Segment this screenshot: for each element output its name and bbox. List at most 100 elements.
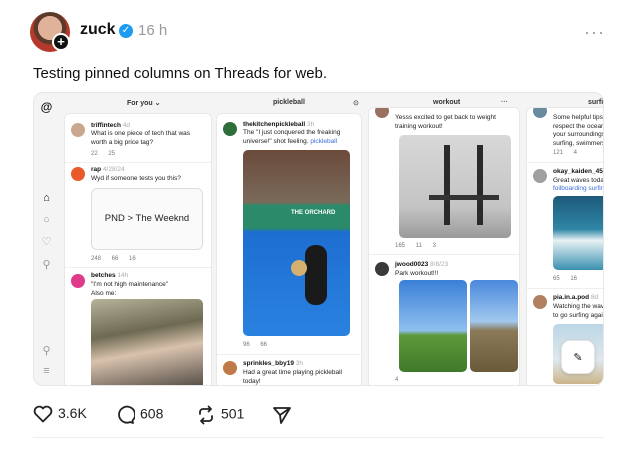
avatar	[533, 108, 547, 118]
post-actions: 4	[395, 377, 399, 383]
repost-button[interactable]: 501	[196, 405, 244, 425]
post-image[interactable]: @ ⌂ ○ ♡ ⚲ ⚲ ≡ For you ⌄ triffintech 4d W…	[33, 92, 604, 386]
menu-icon: ≡	[43, 365, 50, 377]
reply-count: 608	[140, 405, 164, 422]
threads-logo-icon: @	[40, 100, 53, 114]
post-actions: 165 11 3	[395, 243, 436, 249]
divider	[65, 162, 211, 163]
post-actions: 96 66	[243, 342, 268, 348]
post-time: 4/28/24	[102, 166, 125, 173]
profile-icon: ⚲	[42, 259, 51, 271]
column-title: For you ⌄	[127, 100, 161, 107]
divider	[527, 288, 603, 289]
home-icon: ⌂	[43, 192, 50, 204]
divider	[527, 162, 603, 163]
column-workout: workout ··· Yesss excited to get back to…	[368, 93, 520, 385]
avatar	[71, 167, 85, 181]
post-photo: THE ORCHARD	[243, 150, 350, 336]
post-author: rap	[91, 166, 102, 173]
post-text: What is one piece of tech that was worth…	[91, 130, 190, 146]
column-options-icon: ⊙	[353, 100, 359, 107]
quote-card: PND > The Weeknd	[91, 188, 203, 250]
topic-tag: pickleball	[310, 137, 338, 145]
avatar	[533, 169, 547, 183]
post-author: okay_kaiden_459	[553, 168, 604, 175]
post-timestamp: 16 h	[138, 22, 168, 39]
like-count: 3.6K	[58, 405, 87, 421]
avatar	[71, 123, 85, 137]
pin-icon: ⚲	[42, 345, 51, 357]
quote-card-text: PND > The Weeknd	[104, 213, 190, 224]
post-text: Watching the wave to go surfing again	[553, 303, 604, 319]
post-text: Park workout!!!	[395, 270, 439, 277]
barbell	[429, 195, 499, 200]
post-text: "I'm not high maintenance" Also me:	[91, 281, 169, 297]
avatar	[223, 361, 237, 375]
photo-sign-text: THE ORCHARD	[291, 210, 336, 216]
more-options-icon[interactable]: ···	[584, 22, 605, 43]
column-title: pickleball	[273, 99, 305, 106]
avatar	[71, 274, 85, 288]
column-title: surfi	[588, 99, 604, 106]
column-pickleball: pickleball ⊙ thekitchenpickleball 3h The…	[216, 93, 362, 385]
post-time: 8d	[590, 294, 599, 301]
search-icon: ○	[43, 214, 50, 226]
feed-panel: Yesss excited to get back to weight trai…	[368, 107, 520, 385]
reply-button[interactable]: 608	[115, 405, 163, 425]
post-time: 3h	[306, 121, 315, 128]
post-author: pia.in.a.pod	[553, 294, 590, 301]
follow-plus-icon[interactable]: +	[52, 33, 70, 51]
divider	[369, 254, 519, 255]
post-text: Some helpful tips a respect the ocean! y…	[553, 114, 604, 147]
post-actions: 65 16	[553, 276, 578, 282]
post-author: jwood0023	[395, 261, 429, 268]
post-time: 4d	[122, 122, 131, 129]
repost-icon	[199, 405, 213, 425]
column-title: workout	[433, 99, 461, 106]
post-photo	[91, 299, 203, 385]
post-actions: 22 25	[91, 151, 116, 157]
post-text: Had a great time playing pickleball toda…	[243, 369, 342, 385]
comment-icon	[118, 405, 135, 424]
post-text: Wyd if someone tests you this?	[91, 175, 181, 182]
divider	[217, 354, 361, 355]
paddle	[291, 260, 307, 276]
post-text: The "I just conquered the freaking unive…	[243, 129, 341, 145]
feed-panel: thekitchenpickleball 3h The "I just conq…	[216, 113, 362, 385]
post-author: sprinkles_bby19	[243, 360, 294, 367]
divider	[33, 437, 604, 438]
avatar	[375, 262, 389, 276]
post-caption: Testing pinned columns on Threads for we…	[33, 65, 328, 82]
avatar	[533, 295, 547, 309]
post-time: 8/8/23	[430, 261, 449, 268]
rack-post	[477, 145, 483, 225]
post-author: thekitchenpickleball	[243, 121, 306, 128]
avatar	[223, 122, 237, 136]
post-text: Yesss excited to get back to weight trai…	[395, 114, 496, 130]
player-figure	[305, 245, 327, 305]
compose-button[interactable]: ✎	[561, 340, 595, 374]
post-author: triffintech	[91, 122, 121, 129]
post-photo	[399, 135, 511, 238]
username[interactable]: zuck	[80, 21, 116, 39]
share-button[interactable]	[272, 405, 297, 425]
avatar	[375, 108, 389, 118]
post-photo	[399, 280, 467, 372]
post-photo	[553, 196, 603, 270]
post-author: betches	[91, 272, 116, 279]
post-time: 3h	[295, 360, 303, 367]
repost-count: 501	[221, 405, 245, 422]
post-time: 14h	[117, 272, 129, 279]
like-button[interactable]: 3.6K	[33, 405, 87, 423]
topic-tag: foilboarding surfing	[553, 185, 604, 192]
post-actions: 248 66 16	[91, 256, 136, 262]
more-options-icon: ···	[501, 99, 508, 106]
heart-icon: ♡	[41, 236, 52, 248]
verified-badge-icon: ✓	[119, 24, 133, 38]
post-photo	[470, 280, 518, 372]
threads-sidebar: @ ⌂ ○ ♡ ⚲ ⚲ ≡	[34, 93, 60, 385]
share-icon	[273, 407, 291, 424]
column-for-you: For you ⌄ triffintech 4d What is one pie…	[64, 93, 212, 385]
post-actions: 121 4	[553, 150, 578, 156]
rack-post	[444, 145, 450, 225]
